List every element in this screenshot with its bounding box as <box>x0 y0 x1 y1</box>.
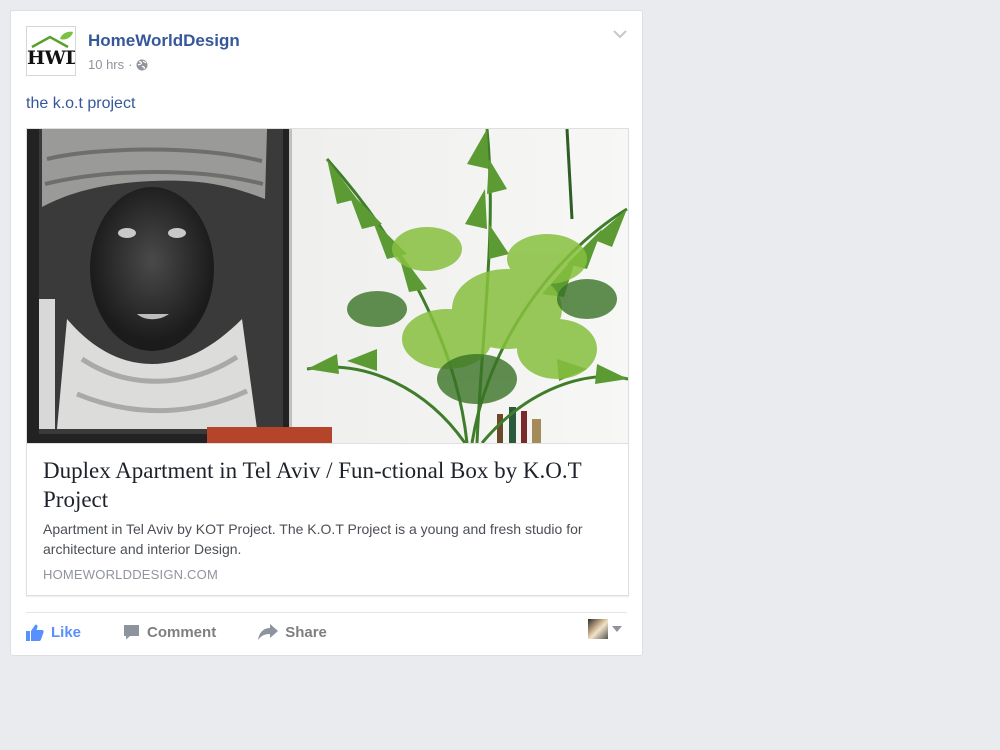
caret-down-icon <box>612 626 622 632</box>
post-meta: 10 hrs · <box>88 57 148 72</box>
thumbs-up-icon <box>26 624 44 641</box>
feed-post: HWD HomeWorldDesign 10 hrs · the k.o.t p… <box>10 10 643 656</box>
link-domain: HOMEWORLDDESIGN.COM <box>43 567 218 582</box>
page-avatar[interactable]: HWD <box>26 26 76 76</box>
post-message: the k.o.t project <box>26 95 136 112</box>
link-preview-body: Duplex Apartment in Tel Aviv / Fun-ction… <box>27 443 628 595</box>
share-label: Share <box>285 623 327 641</box>
link-description: Apartment in Tel Aviv by KOT Project. Th… <box>43 521 583 557</box>
post-timestamp[interactable]: 10 hrs <box>88 57 124 72</box>
share-arrow-icon <box>258 624 279 640</box>
link-preview-image[interactable] <box>27 129 628 443</box>
link-title[interactable]: Duplex Apartment in Tel Aviv / Fun-ction… <box>43 456 603 514</box>
comment-label: Comment <box>147 623 217 641</box>
share-button[interactable]: Share <box>258 624 327 641</box>
like-button[interactable]: Like <box>26 624 81 641</box>
logo-text: HWD <box>27 47 76 69</box>
globe-icon[interactable] <box>136 59 148 71</box>
actions-divider <box>26 612 627 613</box>
viewer-avatar <box>588 619 608 639</box>
interior-photo <box>27 129 628 443</box>
comment-icon <box>124 625 140 640</box>
meta-separator: · <box>128 57 133 72</box>
chevron-down-icon[interactable] <box>612 27 628 41</box>
post-actions: Like Comment Share <box>26 621 369 643</box>
link-preview-card[interactable]: Duplex Apartment in Tel Aviv / Fun-ction… <box>26 128 629 596</box>
like-label: Like <box>51 623 82 641</box>
comment-button[interactable]: Comment <box>123 624 216 641</box>
post-as-selector[interactable] <box>588 619 622 639</box>
page-name-link[interactable]: HomeWorldDesign <box>88 31 240 51</box>
